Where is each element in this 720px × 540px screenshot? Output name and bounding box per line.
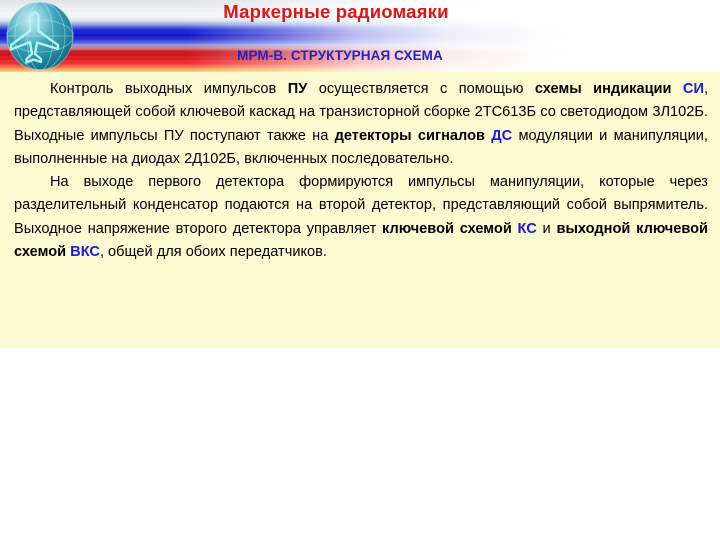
- p1-text-2: осуществляется с помощью: [307, 81, 535, 97]
- p1-abbr-si: СИ: [682, 81, 704, 97]
- page-title: Маркерные радиомаяки: [223, 1, 449, 22]
- p1-term-pu: ПУ: [287, 81, 308, 97]
- residual-watermark: [0, 350, 470, 368]
- p1-abbr-ds: ДС: [491, 127, 513, 144]
- p2-text-3: , общей для обоих передатчиков.: [99, 244, 327, 261]
- paragraph-2: На выходе первого детектора формируются …: [14, 171, 708, 264]
- slide-root: Маркерные радиомаяки МРМ-В. СТРУКТУРНАЯ …: [0, 0, 720, 540]
- p2-abbr-vks: ВКС: [70, 244, 100, 261]
- p1-text-1: Контроль выходных импульсов: [50, 81, 288, 97]
- p2-term-klyuchevoy-shemoy: ключевой схемой: [382, 220, 518, 237]
- p1-term-schemy-indikacii: схемы индикации: [534, 81, 683, 97]
- content-panel: Контроль выходных импульсов ПУ осуществл…: [0, 72, 720, 348]
- p1-term-detektory-signalov: детекторы сигналов: [334, 127, 492, 144]
- paragraph-1: Контроль выходных импульсов ПУ осуществл…: [14, 78, 708, 171]
- p2-abbr-ks: КС: [517, 220, 537, 237]
- page-subtitle: МРМ-В. СТРУКТУРНАЯ СХЕМА: [237, 48, 443, 63]
- p2-text-2: и: [536, 220, 557, 237]
